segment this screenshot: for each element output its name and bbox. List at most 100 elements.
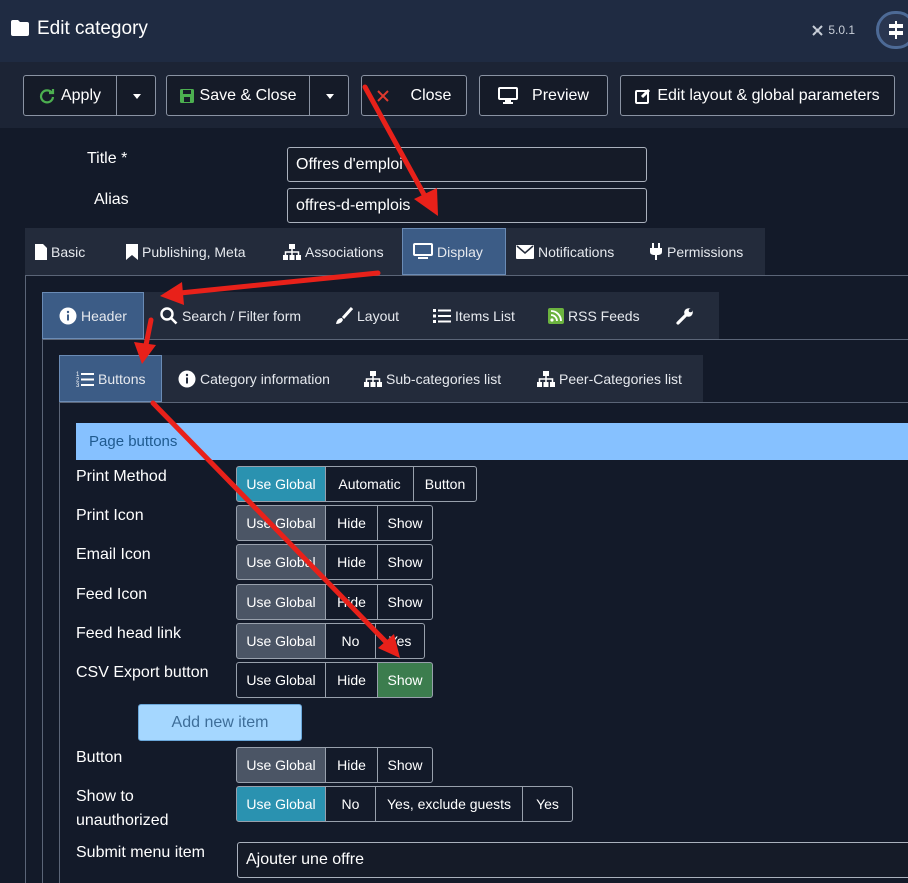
show-unauthorized-label: Show to unauthorized — [76, 785, 169, 833]
email-icon-label: Email Icon — [76, 546, 151, 563]
save-dropdown-button[interactable] — [309, 75, 349, 116]
option-use-global[interactable]: Use Global — [236, 544, 326, 580]
print-icon-label: Print Icon — [76, 507, 144, 524]
feed-head-link-label: Feed head link — [76, 625, 181, 642]
apply-button[interactable]: Apply — [23, 75, 117, 116]
tab-search-filter[interactable]: Search / Filter form — [144, 292, 319, 339]
option-use-global[interactable]: Use Global — [236, 466, 326, 502]
tab-permissions-label: Permissions — [667, 243, 744, 260]
print-method-label: Print Method — [76, 468, 167, 485]
tab-display[interactable]: Display — [402, 228, 506, 275]
sitemap-icon — [283, 243, 301, 260]
section-header: Page buttons — [76, 423, 908, 460]
option-no[interactable]: No — [325, 623, 376, 659]
close-button[interactable]: Close — [361, 75, 467, 116]
tab-basic[interactable]: Basic — [25, 228, 116, 275]
option-show[interactable]: Show — [377, 662, 433, 698]
tab-layout-label: Layout — [357, 307, 400, 324]
app-header: Edit category 5.0.1 — [0, 0, 908, 62]
folder-icon — [10, 19, 30, 42]
preview-button[interactable]: Preview — [479, 75, 608, 116]
option-use-global[interactable]: Use Global — [236, 584, 326, 620]
button-label: Button — [76, 749, 123, 766]
toolbar: Apply Save & Close Close Preview Edit la… — [0, 62, 908, 128]
option-use-global[interactable]: Use Global — [236, 623, 326, 659]
svg-text:3: 3 — [76, 383, 80, 387]
rss-icon — [548, 307, 564, 324]
option-hide[interactable]: Hide — [325, 747, 378, 783]
tab-buttons[interactable]: 123 Buttons — [59, 355, 162, 402]
info-icon — [59, 307, 77, 324]
csv-export-label: CSV Export button — [76, 664, 209, 681]
option-automatic[interactable]: Automatic — [325, 466, 414, 502]
save-close-label: Save & Close — [199, 86, 297, 104]
tab-items-list-label: Items List — [455, 307, 515, 324]
option-use-global[interactable]: Use Global — [236, 505, 326, 541]
envelope-icon — [516, 244, 534, 259]
tab-search-filter-label: Search / Filter form — [182, 307, 302, 324]
feed-head-link-group: Use Global No Yes — [236, 623, 425, 659]
option-hide[interactable]: Hide — [325, 584, 378, 620]
tab-permissions[interactable]: Permissions — [639, 228, 765, 275]
save-close-button[interactable]: Save & Close — [166, 75, 310, 116]
option-button[interactable]: Button — [413, 466, 477, 502]
tab-basic-label: Basic — [51, 243, 86, 260]
tab-associations-label: Associations — [305, 243, 384, 260]
tab-sub-categories[interactable]: Sub-categories list — [348, 355, 521, 402]
tab-header-label: Header — [81, 307, 127, 324]
option-hide[interactable]: Hide — [325, 544, 378, 580]
option-no[interactable]: No — [325, 786, 376, 822]
title-input[interactable] — [287, 147, 647, 182]
option-show[interactable]: Show — [377, 544, 433, 580]
alias-input[interactable] — [287, 188, 647, 223]
option-hide[interactable]: Hide — [325, 505, 378, 541]
option-use-global[interactable]: Use Global — [236, 786, 326, 822]
tab-rss-feeds-label: RSS Feeds — [568, 307, 640, 324]
save-icon — [179, 88, 194, 103]
refresh-icon — [39, 88, 55, 103]
add-new-item-button[interactable]: Add new item — [138, 704, 302, 741]
tab-notifications-label: Notifications — [538, 243, 615, 260]
tab-advanced[interactable] — [654, 292, 719, 339]
tab-publishing[interactable]: Publishing, Meta — [116, 228, 273, 275]
apply-dropdown-button[interactable] — [116, 75, 156, 116]
section-title: Page buttons — [89, 433, 178, 450]
tab-publishing-label: Publishing, Meta — [142, 243, 246, 260]
option-yes[interactable]: Yes — [375, 623, 425, 659]
option-yes[interactable]: Yes — [522, 786, 573, 822]
monitor-icon — [413, 243, 433, 259]
option-use-global[interactable]: Use Global — [236, 747, 326, 783]
tab-rss-feeds[interactable]: RSS Feeds — [534, 292, 654, 339]
option-hide[interactable]: Hide — [325, 662, 378, 698]
tab-display-label: Display — [437, 243, 483, 260]
version-badge: 5.0.1 — [812, 23, 855, 37]
tab-category-information[interactable]: Category information — [162, 355, 348, 402]
tab-notifications[interactable]: Notifications — [506, 228, 639, 275]
tab-peer-categories[interactable]: Peer-Categories list — [521, 355, 703, 402]
edit-layout-button[interactable]: Edit layout & global parameters — [620, 75, 895, 116]
tab-items-list[interactable]: Items List — [419, 292, 534, 339]
print-icon-group: Use Global Hide Show — [236, 505, 433, 541]
tab-associations[interactable]: Associations — [273, 228, 402, 275]
option-show[interactable]: Show — [377, 505, 433, 541]
close-icon — [376, 89, 389, 102]
search-icon — [160, 306, 178, 324]
option-use-global[interactable]: Use Global — [236, 662, 326, 698]
print-method-group: Use Global Automatic Button — [236, 466, 477, 502]
monitor-icon — [498, 87, 519, 104]
tab-sub-categories-label: Sub-categories list — [386, 370, 502, 387]
option-show[interactable]: Show — [377, 747, 433, 783]
option-yes-exclude-guests[interactable]: Yes, exclude guests — [375, 786, 523, 822]
feed-icon-group: Use Global Hide Show — [236, 584, 433, 620]
tab-header[interactable]: Header — [42, 292, 144, 339]
info-icon — [178, 370, 196, 387]
menu-toggle-button[interactable] — [876, 11, 908, 49]
submit-menu-input[interactable] — [237, 842, 908, 878]
tab-layout[interactable]: Layout — [319, 292, 419, 339]
ordered-list-icon: 123 — [76, 372, 94, 387]
joomla-logo-icon — [812, 25, 823, 36]
paintbrush-icon — [336, 306, 353, 324]
show-unauthorized-group: Use Global No Yes, exclude guests Yes — [236, 786, 573, 822]
list-icon — [433, 308, 451, 323]
option-show[interactable]: Show — [377, 584, 433, 620]
